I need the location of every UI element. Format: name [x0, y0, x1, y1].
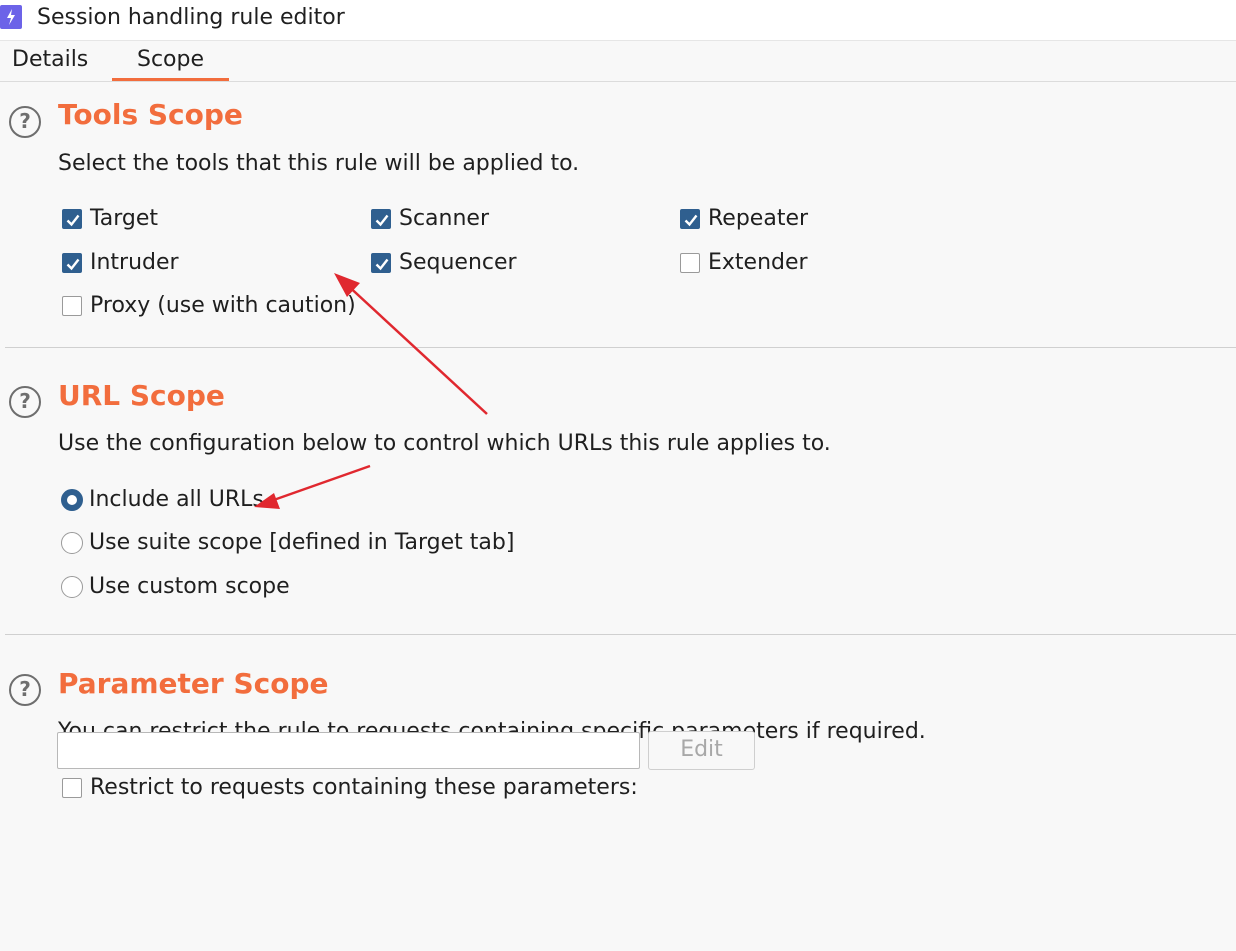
checkbox-checked-icon: [371, 209, 391, 229]
parameter-scope-help-icon[interactable]: ?: [9, 674, 41, 706]
burp-app-icon: [0, 5, 22, 29]
checkbox-checked-icon: [62, 209, 82, 229]
tab-bar: Details Scope: [0, 41, 1236, 82]
url-scope-description: Use the configuration below to control w…: [58, 431, 831, 456]
tool-extender-label: Extender: [708, 250, 808, 275]
tool-repeater-label: Repeater: [708, 206, 809, 231]
checkbox-unchecked-icon: [680, 253, 700, 273]
window-title: Session handling rule editor: [37, 5, 345, 30]
section-divider: [5, 347, 1236, 348]
url-custom-scope-label: Use custom scope: [89, 574, 290, 599]
url-include-all-label: Include all URLs: [89, 487, 264, 512]
checkbox-unchecked-icon: [62, 778, 82, 798]
tab-scope[interactable]: Scope: [112, 45, 229, 81]
checkbox-checked-icon: [371, 253, 391, 273]
radio-selected-icon: [61, 489, 83, 511]
url-suite-scope-label: Use suite scope [defined in Target tab]: [89, 530, 515, 555]
tool-scanner-label: Scanner: [399, 206, 490, 231]
tool-intruder-label: Intruder: [90, 250, 179, 275]
tools-scope-help-icon[interactable]: ?: [9, 106, 41, 138]
parameters-input[interactable]: [57, 732, 640, 769]
url-scope-help-icon[interactable]: ?: [9, 386, 41, 418]
url-scope-title: URL Scope: [58, 379, 225, 412]
scope-panel: [0, 82, 1236, 951]
radio-unselected-icon: [61, 576, 83, 598]
parameter-scope-title: Parameter Scope: [58, 667, 329, 700]
checkbox-checked-icon: [680, 209, 700, 229]
edit-button[interactable]: Edit: [648, 731, 755, 770]
window-titlebar: Session handling rule editor: [0, 0, 1236, 41]
tools-scope-title: Tools Scope: [58, 98, 243, 131]
checkbox-unchecked-icon: [62, 296, 82, 316]
tab-details[interactable]: Details: [12, 45, 88, 77]
section-divider: [5, 634, 1236, 635]
checkbox-checked-icon: [62, 253, 82, 273]
tool-target-label: Target: [90, 206, 159, 231]
tool-sequencer-label: Sequencer: [399, 250, 517, 275]
tool-proxy-label: Proxy (use with caution): [90, 293, 356, 318]
tools-scope-description: Select the tools that this rule will be …: [58, 151, 580, 176]
radio-unselected-icon: [61, 532, 83, 554]
restrict-parameters-label: Restrict to requests containing these pa…: [90, 775, 638, 800]
